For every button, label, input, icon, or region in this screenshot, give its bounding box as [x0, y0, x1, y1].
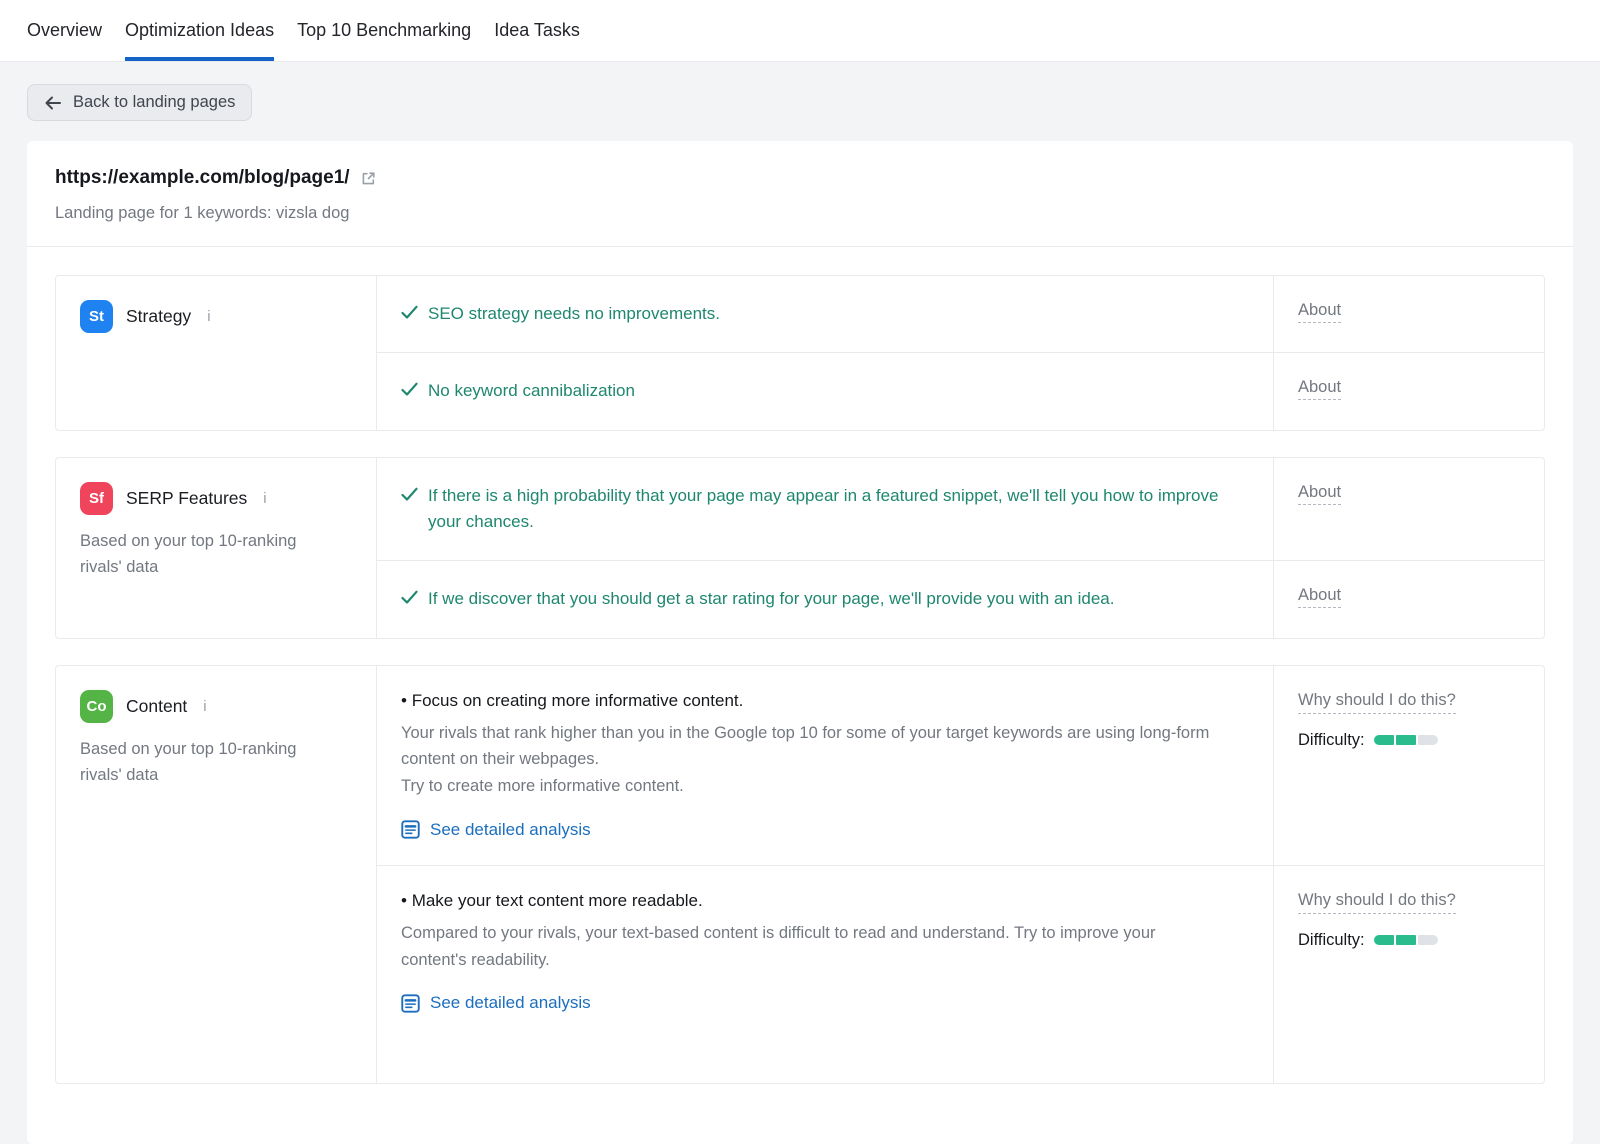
check-icon — [401, 382, 418, 397]
idea-description: Try to create more informative content. — [401, 773, 1221, 800]
idea-text: If there is a high probability that your… — [428, 483, 1228, 536]
strategy-card-title: Strategy — [126, 306, 191, 327]
see-detailed-analysis-link[interactable]: See detailed analysis — [401, 820, 1249, 840]
idea-text: No keyword cannibalization — [428, 378, 635, 404]
check-icon — [401, 487, 418, 502]
difficulty-label: Difficulty: — [1298, 931, 1365, 950]
serp-row-2: If we discover that you should get a sta… — [377, 560, 1544, 637]
panel-header: https://example.com/blog/page1/ Landing … — [27, 141, 1573, 247]
difficulty-bar — [1374, 735, 1438, 745]
landing-page-panel: https://example.com/blog/page1/ Landing … — [27, 141, 1573, 1144]
idea-text: SEO strategy needs no improvements. — [428, 301, 720, 327]
idea-title: Make your text content more readable. — [401, 891, 1249, 911]
tab-optimization-ideas[interactable]: Optimization Ideas — [125, 0, 274, 61]
strategy-card: St Strategy i SEO strategy needs no impr… — [55, 275, 1545, 431]
info-icon[interactable]: i — [263, 490, 266, 507]
serp-features-card: Sf SERP Features i Based on your top 10-… — [55, 457, 1545, 639]
content-row-1: Focus on creating more informative conte… — [377, 666, 1544, 865]
idea-title: Focus on creating more informative conte… — [401, 691, 1249, 711]
content-card-title: Content — [126, 696, 187, 717]
tab-idea-tasks[interactable]: Idea Tasks — [494, 0, 580, 61]
content-card-subtitle: Based on your top 10-ranking rivals' dat… — [80, 736, 352, 789]
tab-overview[interactable]: Overview — [27, 0, 102, 61]
content-row-2: Make your text content more readable. Co… — [377, 865, 1544, 1083]
why-should-i-do-this-link[interactable]: Why should I do this? — [1298, 891, 1456, 914]
serp-card-left: Sf SERP Features i Based on your top 10-… — [56, 458, 377, 638]
back-arrow-icon — [44, 95, 62, 111]
see-detailed-analysis-link[interactable]: See detailed analysis — [401, 993, 1249, 1013]
strategy-row-2: No keyword cannibalization About — [377, 352, 1544, 429]
idea-description: Your rivals that rank higher than you in… — [401, 720, 1221, 773]
check-icon — [401, 590, 418, 605]
about-link[interactable]: About — [1298, 301, 1341, 323]
see-detailed-analysis-label: See detailed analysis — [430, 993, 591, 1013]
idea-text: If we discover that you should get a sta… — [428, 586, 1114, 612]
back-button-label: Back to landing pages — [73, 93, 235, 112]
document-icon — [401, 820, 420, 839]
difficulty-label: Difficulty: — [1298, 731, 1365, 750]
tab-top-10-benchmarking[interactable]: Top 10 Benchmarking — [297, 0, 471, 61]
document-icon — [401, 994, 420, 1013]
strategy-badge: St — [80, 300, 113, 333]
strategy-card-left: St Strategy i — [56, 276, 377, 430]
info-icon[interactable]: i — [207, 308, 210, 325]
idea-description: Compared to your rivals, your text-based… — [401, 920, 1221, 973]
why-should-i-do-this-link[interactable]: Why should I do this? — [1298, 691, 1456, 714]
content-badge: Co — [80, 690, 113, 723]
see-detailed-analysis-label: See detailed analysis — [430, 820, 591, 840]
serp-badge: Sf — [80, 482, 113, 515]
back-to-landing-pages-button[interactable]: Back to landing pages — [27, 84, 252, 121]
external-link-icon[interactable] — [360, 170, 377, 187]
tab-bar: Overview Optimization Ideas Top 10 Bench… — [0, 0, 1600, 62]
serp-card-title: SERP Features — [126, 488, 247, 509]
about-link[interactable]: About — [1298, 483, 1341, 505]
strategy-row-1: SEO strategy needs no improvements. Abou… — [377, 276, 1544, 352]
serp-row-1: If there is a high probability that your… — [377, 458, 1544, 561]
page-url: https://example.com/blog/page1/ — [55, 167, 350, 189]
serp-card-subtitle: Based on your top 10-ranking rivals' dat… — [80, 528, 352, 581]
about-link[interactable]: About — [1298, 378, 1341, 400]
about-link[interactable]: About — [1298, 586, 1341, 608]
content-card: Co Content i Based on your top 10-rankin… — [55, 665, 1545, 1085]
idea-cards: St Strategy i SEO strategy needs no impr… — [27, 247, 1573, 1144]
page-subtitle: Landing page for 1 keywords: vizsla dog — [55, 204, 1545, 223]
info-icon[interactable]: i — [203, 698, 206, 715]
content-card-left: Co Content i Based on your top 10-rankin… — [56, 666, 377, 1084]
difficulty-bar — [1374, 935, 1438, 945]
check-icon — [401, 305, 418, 320]
